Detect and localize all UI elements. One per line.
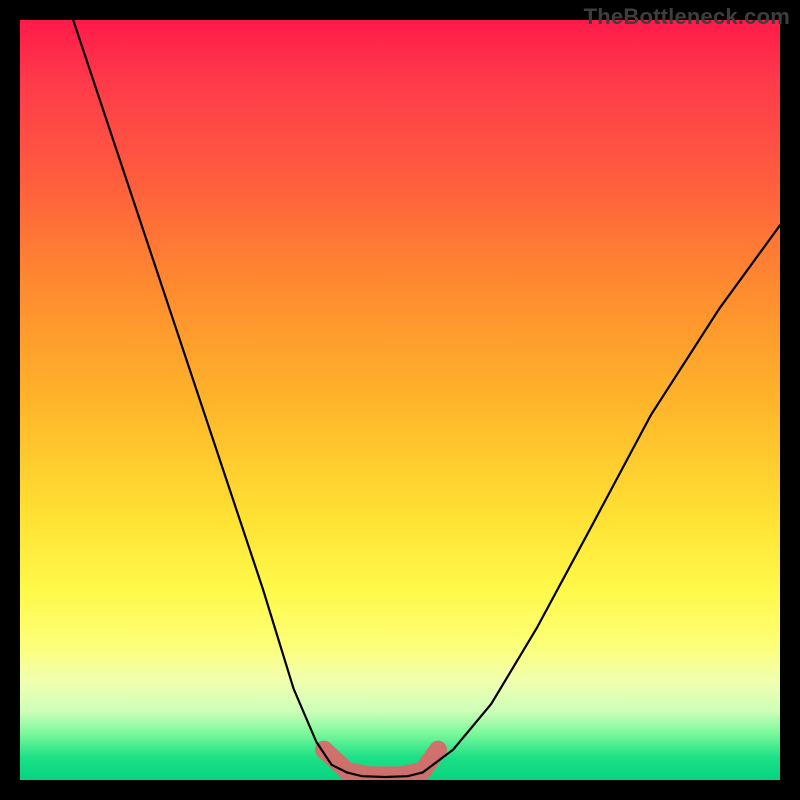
curve-left-branch — [73, 20, 347, 772]
watermark-text: TheBottleneck.com — [584, 4, 790, 30]
curve-layer — [20, 20, 780, 780]
highlight-segment — [324, 750, 438, 776]
curve-right-branch — [423, 225, 780, 772]
plot-area — [20, 20, 780, 780]
chart-frame: TheBottleneck.com — [0, 0, 800, 800]
